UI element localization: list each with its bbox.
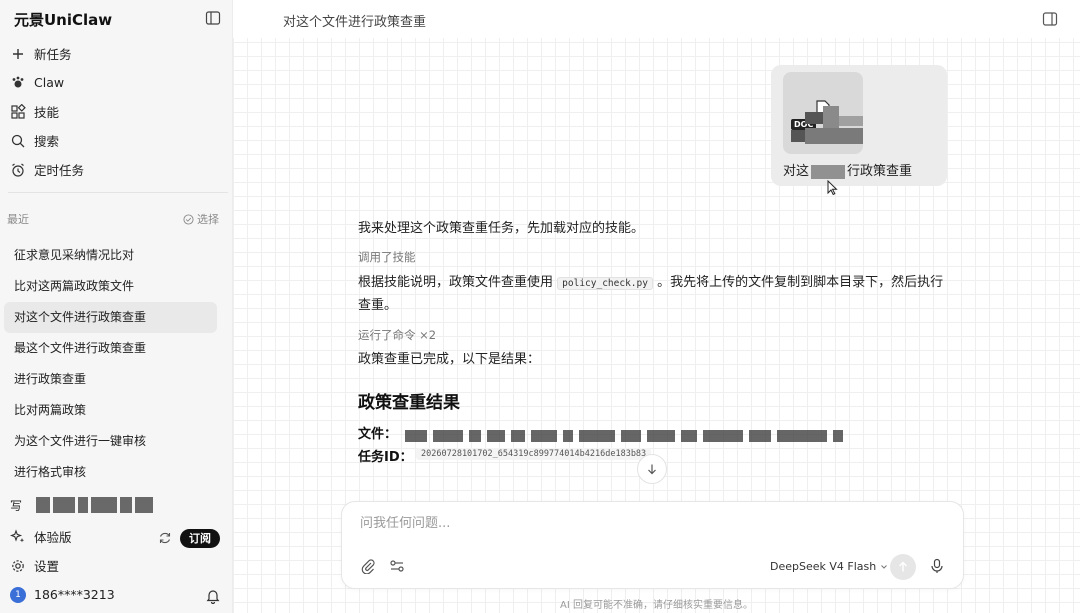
model-name: DeepSeek V4 Flash <box>770 560 877 573</box>
list-item[interactable]: 最这个文件进行政策查重 <box>4 333 217 364</box>
nav-search[interactable]: 搜索 <box>0 126 232 155</box>
chevron-down-icon <box>881 564 888 569</box>
send-button[interactable] <box>890 554 916 580</box>
sidebar-toggle-icon[interactable] <box>205 10 221 26</box>
settings-item[interactable]: 设置 <box>0 551 232 580</box>
task-id-label: 任务ID： <box>358 450 413 465</box>
refresh-icon[interactable] <box>158 531 172 545</box>
check-circle-icon <box>183 213 194 225</box>
paperclip-icon[interactable] <box>360 558 376 574</box>
message-composer: DeepSeek V4 Flash <box>341 501 964 589</box>
settings-label: 设置 <box>34 559 60 574</box>
tools-icon[interactable] <box>389 558 405 574</box>
nav-label: 搜索 <box>34 134 60 149</box>
file-label: 文件： <box>358 427 398 442</box>
select-button[interactable]: 选择 <box>183 211 219 227</box>
list-item[interactable]: 比对两篇政策 <box>4 395 217 426</box>
task-id-value: 20260728101702_654319c899774014b4216de18… <box>416 448 652 460</box>
nav-skills[interactable]: 技能 <box>0 97 232 126</box>
side-panel-icon[interactable] <box>1042 11 1058 27</box>
skills-icon <box>11 103 26 119</box>
list-item-active[interactable]: 对这个文件进行政策查重 <box>4 302 217 333</box>
sidebar-divider <box>8 192 228 193</box>
gear-icon <box>12 559 24 572</box>
nav-new-task[interactable]: 新任务 <box>0 39 232 68</box>
app-brand: 元景UniClaw <box>14 11 113 29</box>
redacted-filename <box>405 425 865 442</box>
assistant-message: 政策查重已完成，以下是结果： <box>358 352 541 367</box>
list-item-redacted[interactable]: 写 <box>10 494 180 514</box>
recent-list: 征求意见采纳情况比对 比对这两篇政政策文件 对这个文件进行政策查重 最这个文件进… <box>4 240 217 488</box>
claw-icon <box>12 76 24 87</box>
nav-label: 定时任务 <box>34 163 85 178</box>
microphone-icon[interactable] <box>929 558 945 574</box>
mouse-cursor-icon <box>827 180 838 196</box>
nav-claw[interactable]: Claw <box>0 68 232 97</box>
nav-label: Claw <box>34 75 65 90</box>
list-item[interactable]: 进行格式审核 <box>4 457 217 488</box>
topbar: 对这个文件进行政策查重 <box>233 0 1080 38</box>
assistant-message: 根据技能说明，政策文件查重使用 policy_check.py 。我先将上传的文… <box>358 275 944 313</box>
arrow-down-icon <box>648 464 656 475</box>
list-item[interactable]: 征求意见采纳情况比对 <box>4 240 217 271</box>
result-heading: 政策查重结果 <box>358 393 460 413</box>
page-title: 对这个文件进行政策查重 <box>283 15 427 30</box>
list-item[interactable]: 为这个文件进行一键审核 <box>4 426 217 457</box>
alarm-clock-icon <box>12 163 24 177</box>
nav-label: 新任务 <box>34 47 72 62</box>
avatar: 1 <box>10 586 26 603</box>
scroll-down-button[interactable] <box>637 454 667 484</box>
plan-label: 体验版 <box>34 530 72 545</box>
subscribe-button[interactable]: 订阅 <box>180 529 220 548</box>
nav-label: 技能 <box>34 105 60 120</box>
sidebar: 元景UniClaw 新任务 Claw 技能 搜索 定时任务 最近 选择 征求意见… <box>0 0 233 613</box>
search-icon <box>11 134 25 147</box>
assistant-message: 我来处理这个政策查重任务，先加载对应的技能。 <box>358 221 645 236</box>
arrow-up-icon <box>899 561 907 572</box>
sparkle-icon <box>10 528 25 542</box>
model-selector[interactable]: DeepSeek V4 Flash <box>770 560 888 573</box>
main-nav: 新任务 Claw 技能 搜索 定时任务 <box>0 39 232 184</box>
attachment-name: 对这 行政策查重 <box>783 164 913 179</box>
plus-icon <box>13 48 23 59</box>
account-label: 186****3213 <box>34 587 115 602</box>
document-thumbnail: DOC <box>783 72 863 154</box>
list-item[interactable]: 进行政策查重 <box>4 364 217 395</box>
bell-icon[interactable] <box>206 588 220 604</box>
skill-call-meta[interactable]: 调用了技能 <box>358 249 416 265</box>
recent-header: 最近 选择 <box>7 211 219 227</box>
nav-scheduled[interactable]: 定时任务 <box>0 155 232 184</box>
attachment-card[interactable]: DOC 对这 行政策查重 <box>771 65 947 186</box>
inline-code: policy_check.py <box>557 277 653 290</box>
message-input[interactable] <box>360 516 920 531</box>
recent-heading: 最近 <box>7 213 29 226</box>
list-item[interactable]: 比对这两篇政政策文件 <box>4 271 217 302</box>
ai-disclaimer: AI 回复可能不准确，请仔细核实重要信息。 <box>560 600 753 611</box>
select-label: 选择 <box>197 213 219 226</box>
account-item[interactable]: 1 186****3213 <box>0 580 232 609</box>
command-run-meta[interactable]: 运行了命令 ×2 <box>358 327 436 343</box>
chat-area: 对这个文件进行政策查重 DOC 对这 行政策查重 我来处理这个政策查重任务，先加载… <box>233 0 1080 613</box>
